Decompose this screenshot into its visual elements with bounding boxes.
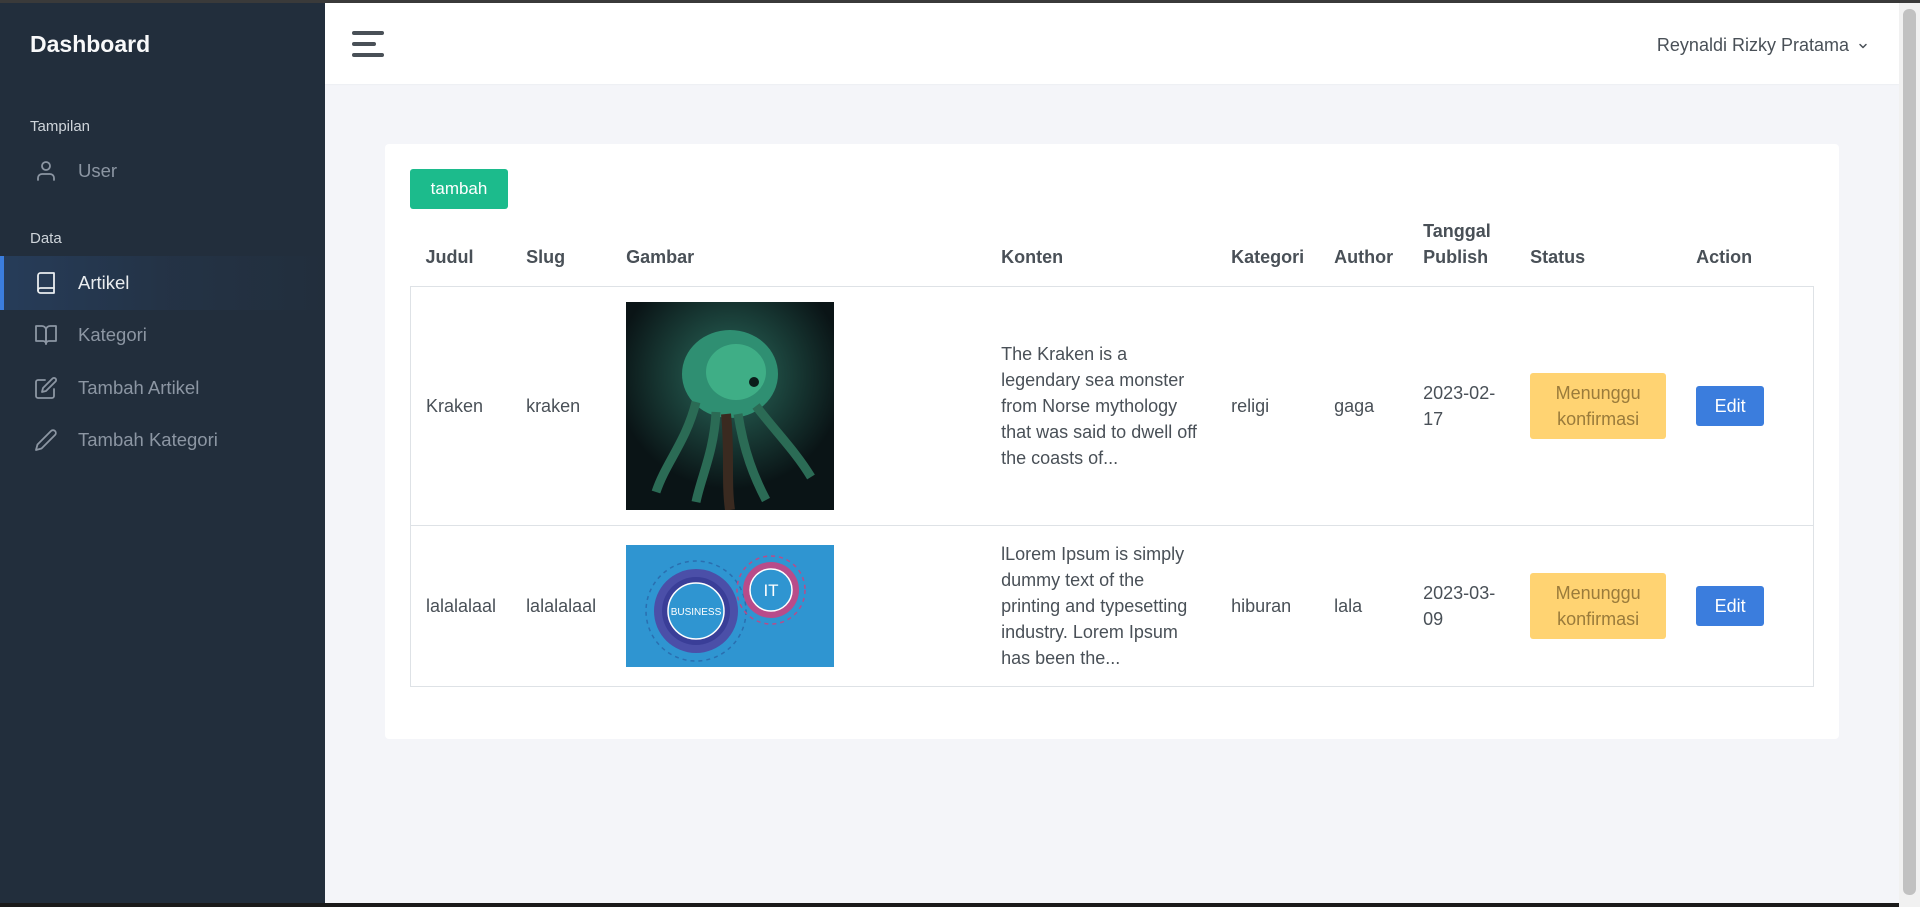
cell-judul: Kraken <box>426 396 484 416</box>
table-row: Kraken kraken The Kraken is a legendary … <box>410 286 1814 526</box>
hamburger-icon[interactable] <box>352 31 384 57</box>
sidebar-item-kategori[interactable]: Kategori <box>0 308 325 362</box>
cell-status: Menunggu konfirmasi <box>1515 526 1681 687</box>
sidebar-brand[interactable]: Dashboard <box>30 31 150 58</box>
sidebar-item-label: Kategori <box>78 324 147 345</box>
edit-icon <box>35 377 57 399</box>
header-author: Author <box>1334 247 1394 267</box>
business-label: BUSINESS <box>671 607 722 618</box>
sidebar-section-tampilan: Tampilan <box>30 118 91 135</box>
cell-tanggal: 2023-03-09 <box>1423 583 1496 629</box>
cell-kategori: religi <box>1231 396 1270 416</box>
articles-card: tambah Judul Slug Gambar Konten Kategori… <box>385 144 1839 739</box>
header-status: Status <box>1530 247 1586 267</box>
window-bottom-edge <box>0 903 1899 907</box>
cell-konten: The Kraken is a legendary sea monster fr… <box>1001 344 1197 468</box>
cell-gambar: BUSINESS IT <box>611 526 986 687</box>
it-label: IT <box>764 581 779 600</box>
sidebar-item-label: Tambah Artikel <box>78 377 200 398</box>
header-gambar: Gambar <box>626 247 695 267</box>
user-name: Reynaldi Rizky Pratama <box>1656 35 1849 55</box>
user-icon <box>37 161 55 181</box>
sidebar-item-tambah-artikel[interactable]: Tambah Artikel <box>0 361 325 415</box>
header-tanggal-line1: Tanggal <box>1423 221 1491 241</box>
sidebar-section-data: Data <box>30 230 62 247</box>
page-scrollbar[interactable] <box>1899 3 1920 907</box>
header-action: Action <box>1696 247 1753 267</box>
cell-judul: lalalalaal <box>426 596 497 616</box>
status-badge: Menunggu konfirmasi <box>1530 573 1667 639</box>
edit-button[interactable]: Edit <box>1696 586 1765 626</box>
book-icon <box>37 272 55 294</box>
topbar: Reynaldi Rizky Pratama <box>325 3 1899 84</box>
kraken-artwork <box>626 302 835 510</box>
header-konten: Konten <box>1001 247 1064 267</box>
status-badge: Menunggu konfirmasi <box>1530 373 1667 439</box>
chevron-down-icon <box>1859 43 1867 48</box>
table-header-row: Judul Slug Gambar Konten Kategori Author… <box>411 218 1814 287</box>
sidebar-item-tambah-kategori[interactable]: Tambah Kategori <box>0 413 325 467</box>
sidebar-item-label: Tambah Kategori <box>78 429 218 450</box>
sidebar: Dashboard Tampilan User Data Artikel Kat… <box>0 3 329 907</box>
cell-status: Menunggu konfirmasi <box>1515 287 1681 526</box>
sidebar-item-label: User <box>78 160 118 181</box>
header-tanggal-publish: Tanggal Publish <box>1408 218 1515 287</box>
header-tanggal-line2: Publish <box>1423 247 1489 267</box>
add-article-button[interactable]: tambah <box>410 169 508 209</box>
header-kategori: Kategori <box>1231 247 1305 267</box>
business-it-gears: BUSINESS IT <box>626 545 835 667</box>
pencil-icon <box>35 429 57 451</box>
sidebar-item-label: Artikel <box>78 272 130 293</box>
cell-slug: kraken <box>526 396 581 416</box>
cell-author: lala <box>1334 596 1363 616</box>
scrollbar-thumb[interactable] <box>1903 9 1916 895</box>
cell-tanggal: 2023-02-17 <box>1423 383 1496 429</box>
cell-action: Edit <box>1681 287 1813 526</box>
edit-button[interactable]: Edit <box>1696 386 1765 426</box>
sidebar-item-artikel[interactable]: Artikel <box>0 256 329 310</box>
articles-table: Judul Slug Gambar Konten Kategori Author… <box>410 218 1814 687</box>
book-open-icon <box>35 325 57 345</box>
cell-author: gaga <box>1334 396 1375 416</box>
cell-konten: lLorem Ipsum is simply dummy text of the… <box>1001 544 1188 668</box>
table-row: lalalalaal lalalalaal BUSINESS IT lLorem… <box>410 525 1814 687</box>
sidebar-item-user[interactable]: User <box>0 144 325 198</box>
header-judul: Judul <box>425 247 474 267</box>
header-slug: Slug <box>526 247 566 267</box>
cell-gambar <box>611 287 986 526</box>
cell-kategori: hiburan <box>1231 596 1292 616</box>
cell-slug: lalalalaal <box>526 596 597 616</box>
user-dropdown[interactable]: Reynaldi Rizky Pratama <box>1657 35 1869 56</box>
cell-action: Edit <box>1681 526 1813 687</box>
